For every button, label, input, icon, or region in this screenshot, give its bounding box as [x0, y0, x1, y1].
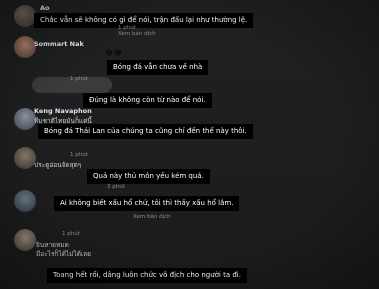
- translation-caption: Đúng là không còn từ nào để nói.: [83, 93, 212, 108]
- avatar[interactable]: [14, 229, 36, 251]
- laughing-emoji-icon: 😂: [114, 49, 123, 57]
- comment-time: 1 phút: [70, 76, 88, 82]
- laughing-emoji-icon: 😂: [105, 49, 114, 57]
- comments-feed: Ao Chắc vẫn sẽ không có gì để nói, trận …: [0, 0, 379, 289]
- comment-author[interactable]: Ao: [40, 4, 50, 12]
- avatar[interactable]: [14, 108, 36, 130]
- comment-text: ประตูอ่อนจัดสุดๆ: [34, 161, 82, 169]
- comment-text: มีอะไรก็ได้ไม่ได้เลย: [36, 250, 91, 258]
- comment-author[interactable]: Keng Navaphon: [34, 107, 92, 115]
- translation-caption: Toang hết rồi, dâng luôn chức vô địch ch…: [47, 268, 247, 283]
- translation-caption: Bóng đá vẫn chưa về nhà: [107, 60, 209, 75]
- translation-caption: Bóng đá Thái Lan của chúng ta cũng chỉ đ…: [38, 124, 253, 139]
- comment-time: 1 phút: [62, 231, 80, 237]
- translation-caption: Ai không biết xấu hổ chứ, tôi thì thấy x…: [54, 196, 240, 211]
- see-translation-link[interactable]: Xem bản dịch: [118, 31, 156, 37]
- translation-caption: Chắc vẫn sẽ không có gì để nói, trận đấu…: [34, 13, 254, 28]
- translation-caption: Quả này thủ môn yếu kém quá.: [87, 169, 210, 184]
- avatar[interactable]: [14, 36, 36, 58]
- comment-author[interactable]: Sommart Nak: [34, 40, 84, 48]
- comment-time: 3 phút: [107, 184, 125, 190]
- avatar[interactable]: [14, 5, 36, 27]
- avatar[interactable]: [14, 190, 36, 212]
- avatar[interactable]: [14, 147, 36, 169]
- see-translation-link[interactable]: Xem bản dịch: [133, 214, 171, 220]
- comment-time: 1 phút: [70, 152, 88, 158]
